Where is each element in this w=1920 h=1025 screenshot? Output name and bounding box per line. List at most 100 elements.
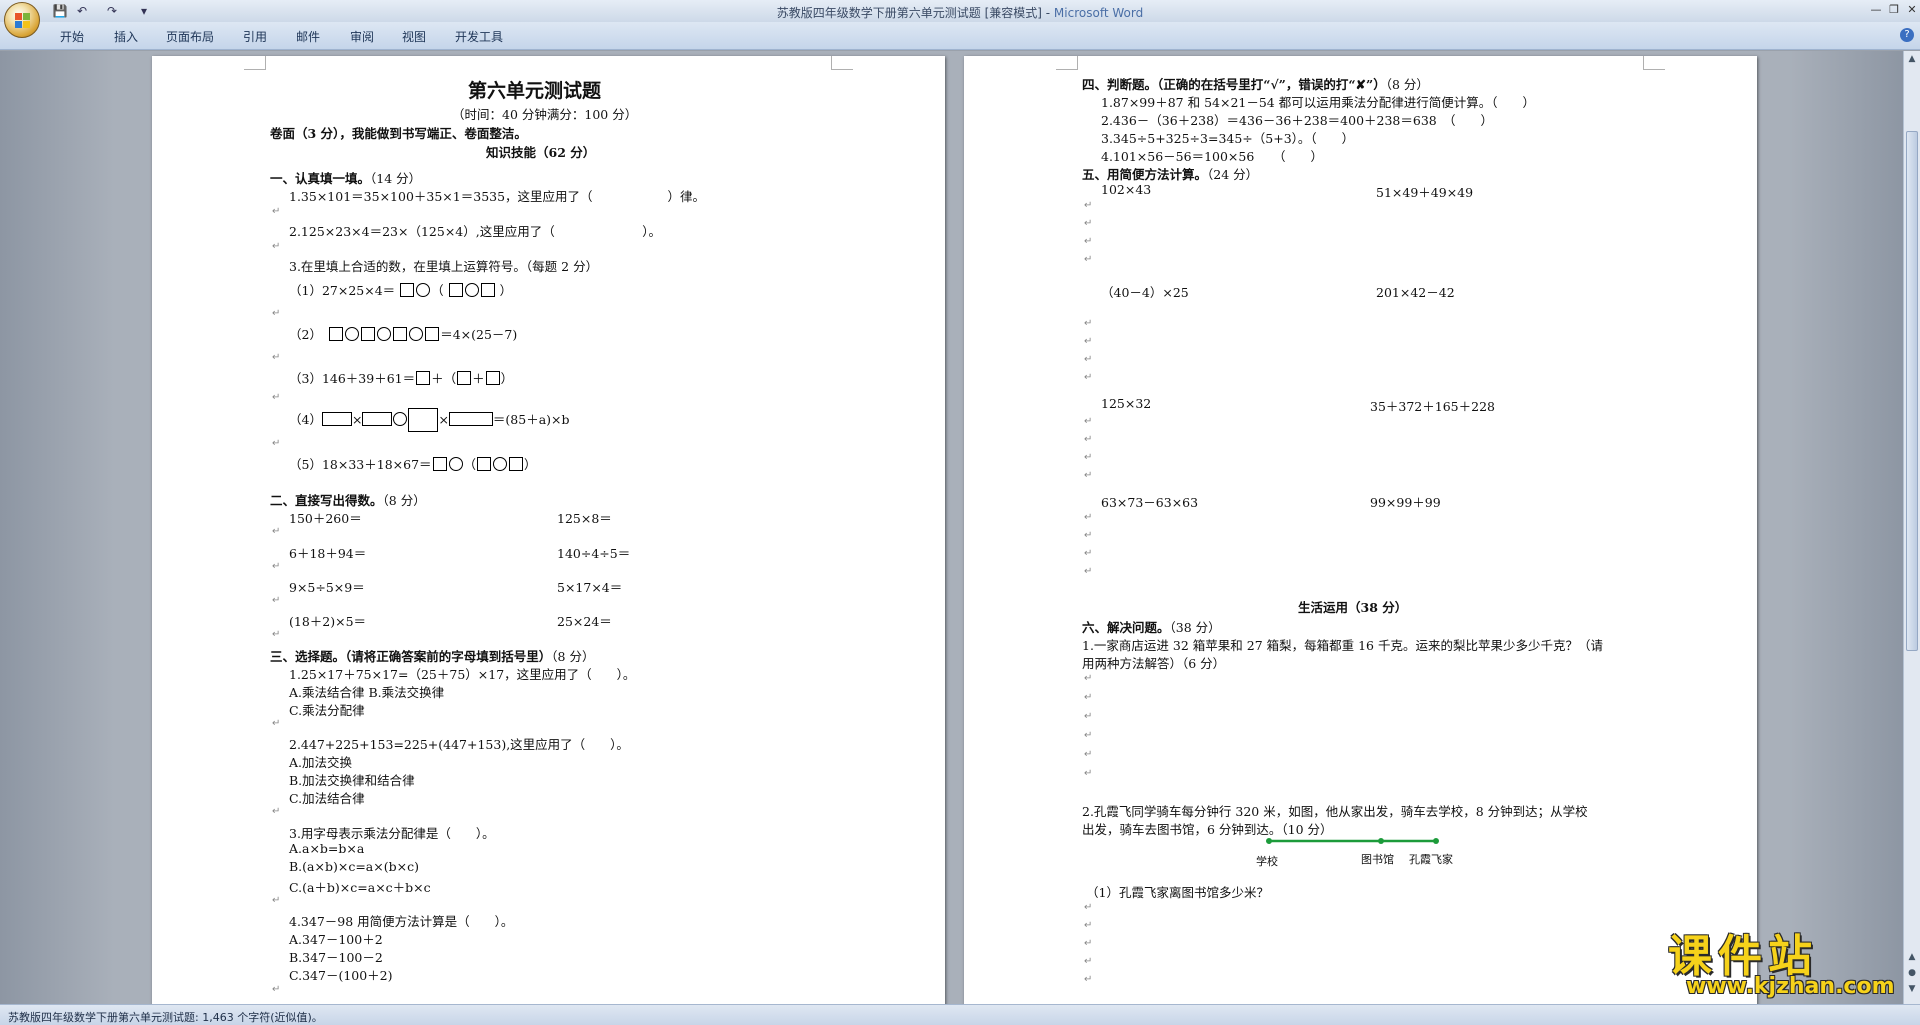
page-2[interactable]: 四、判断题。（正确的在括号里打“√”，错误的打“✘”）（8 分） 1.87×99…	[964, 56, 1757, 1004]
question-3-3: 3.用字母表示乘法分配律是（ ）。	[289, 826, 495, 841]
school-point	[1266, 838, 1272, 844]
paragraph-mark: ↵	[1084, 254, 1093, 265]
paragraph-mark: ↵	[272, 629, 281, 640]
question-1-3-1: （1）27×25×4＝ （ ）	[289, 283, 513, 298]
paragraph-mark: ↵	[1084, 768, 1093, 779]
paragraph-mark: ↵	[272, 984, 281, 995]
tab-insert[interactable]: 插入	[114, 28, 138, 45]
paragraph-mark: ↵	[1084, 938, 1093, 949]
home-point	[1433, 838, 1439, 844]
mental-math-item: 125×8＝	[557, 511, 612, 526]
help-icon[interactable]: ?	[1900, 28, 1914, 42]
mental-math-item: 25×24＝	[557, 614, 612, 629]
document-workspace[interactable]: 第六单元测试题 （时间：40 分钟满分：100 分） 卷面（3 分），我能做到书…	[0, 51, 1903, 1004]
paragraph-mark: ↵	[1084, 336, 1093, 347]
tab-developer[interactable]: 开发工具	[455, 28, 503, 45]
option: C.加法结合律	[289, 791, 365, 806]
route-label-home: 孔霞飞家	[1409, 853, 1453, 866]
question-3-2: 2.447+225+153=225+(447+153),这里应用了（ ）。	[289, 737, 629, 752]
paragraph-mark: ↵	[1084, 452, 1093, 463]
question-1-3-4: （4） × × ＝(85＋a)×b	[289, 408, 570, 432]
option: A.乘法结合律 B.乘法交换律	[289, 685, 445, 700]
paragraph-mark: ↵	[272, 206, 281, 217]
exam-title: 第六单元测试题	[468, 80, 602, 102]
option: A.加法交换	[289, 755, 353, 770]
paragraph-mark: ↵	[272, 241, 281, 252]
paragraph-mark: ↵	[1084, 920, 1093, 931]
route-label-library: 图书馆	[1361, 853, 1394, 866]
paragraph-mark: ↵	[1084, 711, 1093, 722]
paragraph-mark: ↵	[272, 392, 281, 403]
minimize-button[interactable]: —	[1866, 2, 1886, 18]
paragraph-mark: ↵	[1084, 730, 1093, 741]
paragraph-mark: ↵	[272, 595, 281, 606]
question-1-2: 2.125×23×4＝23×（125×4）,这里应用了（ ）。	[289, 224, 661, 239]
page-1[interactable]: 第六单元测试题 （时间：40 分钟满分：100 分） 卷面（3 分），我能做到书…	[152, 56, 945, 1004]
watermark-logo: 课件站 www.kjzhan.com	[1658, 920, 1920, 1004]
status-bar: 苏教版四年级数学下册第六单元测试题: 1,463 个字符(近似值)。	[0, 1004, 1920, 1025]
paragraph-mark: ↵	[1084, 512, 1093, 523]
office-logo-icon	[15, 13, 30, 28]
scroll-up-icon[interactable]: ▲	[1906, 53, 1918, 65]
option: C.347－(100＋2)	[289, 968, 393, 983]
option: B.347－100－2	[289, 950, 383, 965]
title-bar: 💾 ↶ ↷ ▾ 苏教版四年级数学下册第六单元测试题 [兼容模式] - Micro…	[0, 0, 1920, 22]
paragraph-mark: ↵	[272, 308, 281, 319]
tab-home[interactable]: 开始	[60, 28, 84, 45]
paragraph-mark: ↵	[1084, 956, 1093, 967]
option: A.347－100＋2	[289, 932, 383, 947]
question-1-3-3: （3）146＋39＋61＝ ＋（＋）	[289, 371, 514, 386]
paragraph-mark: ↵	[1084, 548, 1093, 559]
office-button[interactable]	[4, 2, 40, 38]
option: B.加法交换律和结合律	[289, 773, 415, 788]
paragraph-mark: ↵	[272, 352, 281, 363]
question-1-3-2: （2） ＝4×(25－7)	[289, 327, 518, 342]
paragraph-mark: ↵	[272, 806, 281, 817]
section-knowledge-skills: 知识技能（62 分）	[486, 145, 596, 160]
vertical-scrollbar[interactable]: ▲ ▲ ● ▼	[1903, 51, 1920, 1004]
tab-view[interactable]: 视图	[402, 28, 426, 45]
paragraph-mark: ↵	[272, 526, 281, 537]
paragraph-mark: ↵	[272, 561, 281, 572]
option: C.(a＋b)×c=a×c＋b×c	[289, 880, 431, 895]
paragraph-mark: ↵	[1084, 236, 1093, 247]
ribbon-tab-bar: 开始 插入 页面布局 引用 邮件 审阅 视图 开发工具 ?	[0, 22, 1920, 50]
paragraph-mark: ↵	[1084, 692, 1093, 703]
question-1-3-5: （5）18×33＋18×67＝（）	[289, 457, 537, 472]
mental-math-item: 9×5÷5×9＝	[289, 580, 365, 595]
exam-subtitle: （时间：40 分钟满分：100 分）	[452, 107, 638, 122]
restore-button[interactable]: ❐	[1884, 2, 1904, 18]
paragraph-mark: ↵	[1084, 200, 1093, 211]
paragraph-mark: ↵	[1084, 434, 1093, 445]
question-1-1: 1.35×101＝35×100＋35×1＝3535，这里应用了（ ）律。	[289, 189, 706, 204]
section-1-heading: 一、认真填一填。（14 分）	[270, 171, 422, 186]
paragraph-mark: ↵	[1084, 673, 1093, 684]
paragraph-mark: ↵	[1084, 416, 1093, 427]
mental-math-item: 140÷4÷5＝	[557, 546, 631, 561]
paragraph-mark: ↵	[272, 718, 281, 729]
question-3-4: 4.347－98 用简便方法计算是（ ）。	[289, 914, 514, 929]
mental-math-item: 150＋260＝	[289, 511, 362, 526]
status-text: 苏教版四年级数学下册第六单元测试题: 1,463 个字符(近似值)。	[8, 1011, 323, 1024]
option: C.乘法分配律	[289, 703, 365, 718]
tab-review[interactable]: 审阅	[350, 28, 374, 45]
paragraph-mark: ↵	[1084, 749, 1093, 760]
paragraph-mark: ↵	[1084, 470, 1093, 481]
scroll-thumb[interactable]	[1906, 131, 1918, 651]
close-button[interactable]: ✕	[1902, 2, 1920, 18]
paragraph-mark: ↵	[272, 895, 281, 906]
section-2-heading: 二、直接写出得数。（8 分）	[270, 493, 426, 508]
library-point	[1378, 838, 1384, 844]
route-label-school: 学校	[1256, 855, 1278, 868]
watermark-url: www.kjzhan.com	[1686, 974, 1895, 999]
question-6-2-1: （1）孔霞飞家离图书馆多少米？	[1086, 885, 1269, 900]
tab-page-layout[interactable]: 页面布局	[166, 28, 214, 45]
tab-references[interactable]: 引用	[243, 28, 267, 45]
mental-math-item: 5×17×4＝	[557, 580, 623, 595]
mental-math-item: (18＋2)×5＝	[289, 614, 367, 629]
tab-mailings[interactable]: 邮件	[296, 28, 320, 45]
section-3-heading: 三、选择题。（请将正确答案前的字母填到括号里）（8 分）	[270, 649, 595, 664]
paragraph-mark: ↵	[1084, 354, 1093, 365]
paragraph-mark: ↵	[1084, 372, 1093, 383]
mental-math-item: 6＋18＋94＝	[289, 546, 367, 561]
